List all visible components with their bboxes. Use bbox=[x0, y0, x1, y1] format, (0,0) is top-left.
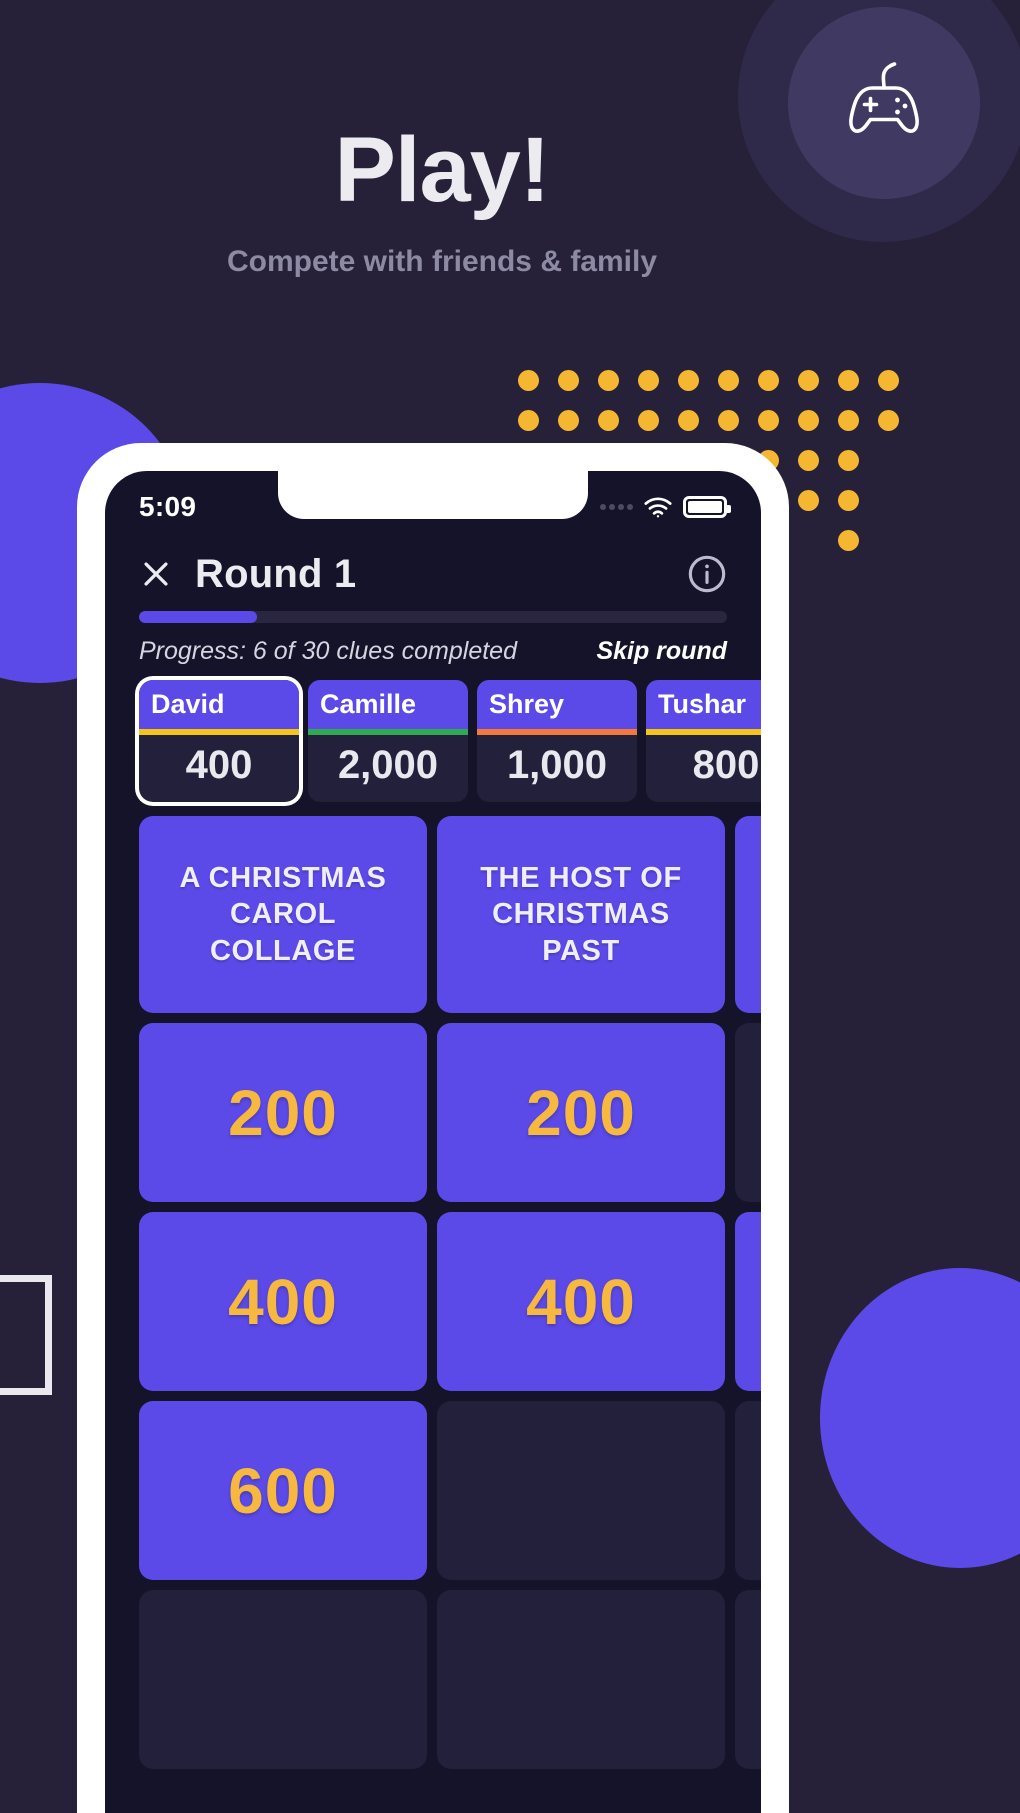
phone-notch bbox=[278, 471, 588, 519]
decorative-dot bbox=[798, 450, 819, 471]
decorative-dot bbox=[638, 410, 659, 431]
clue-tile[interactable]: 200 bbox=[139, 1023, 427, 1202]
player-name: David bbox=[139, 680, 299, 729]
status-time: 5:09 bbox=[139, 491, 197, 522]
status-indicators bbox=[600, 496, 731, 518]
decorative-dot bbox=[838, 490, 859, 511]
decorative-dot bbox=[678, 370, 699, 391]
category-tile[interactable]: THE HOST OF CHRISTMAS PAST bbox=[437, 816, 725, 1013]
player-score-card[interactable]: Tushar 800 bbox=[646, 680, 761, 802]
player-score-card[interactable]: Camille 2,000 bbox=[308, 680, 468, 802]
decorative-dot bbox=[718, 410, 739, 431]
player-name: Camille bbox=[308, 680, 468, 729]
close-icon[interactable] bbox=[139, 557, 173, 591]
clue-tile[interactable]: 400 bbox=[735, 1212, 761, 1391]
progress-label: Progress: 6 of 30 clues completed bbox=[139, 637, 517, 665]
decorative-dot bbox=[518, 410, 539, 431]
player-score-card[interactable]: Shrey 1,000 bbox=[477, 680, 637, 802]
player-score: 1,000 bbox=[506, 743, 608, 787]
clue-tile[interactable]: 200 bbox=[437, 1023, 725, 1202]
player-score: 400 bbox=[185, 743, 253, 787]
round-title: Round 1 bbox=[195, 551, 357, 596]
clue-tile-completed bbox=[735, 1023, 761, 1202]
clue-tile-completed bbox=[437, 1590, 725, 1769]
decorative-dot bbox=[878, 410, 899, 431]
player-score: 800 bbox=[692, 743, 760, 787]
board-column: A CHRISTMAS C 400 bbox=[735, 816, 761, 1769]
progress-bar-track bbox=[139, 611, 727, 623]
progress-bar-fill bbox=[139, 611, 257, 623]
decorative-dot bbox=[678, 410, 699, 431]
player-scoreboard: David 400 Camille 2,000 Shrey 1,000 Tushar 800 bbox=[105, 666, 761, 802]
decorative-dot bbox=[758, 410, 779, 431]
decorative-dot bbox=[718, 370, 739, 391]
player-score-card[interactable]: David 400 bbox=[139, 680, 299, 802]
decorative-dot bbox=[558, 370, 579, 391]
decorative-dot bbox=[598, 370, 619, 391]
decorative-dot bbox=[838, 530, 859, 551]
decorative-dot bbox=[758, 370, 779, 391]
decorative-dot bbox=[598, 410, 619, 431]
skip-round-button[interactable]: Skip round bbox=[596, 637, 727, 666]
phone-screen: 5:09 Round 1 Progress: 6 of 30 clues com… bbox=[105, 471, 761, 1813]
decorative-dot bbox=[878, 370, 899, 391]
decorative-dot bbox=[798, 490, 819, 511]
category-tile[interactable]: A CHRISTMAS CAROL COLLAGE bbox=[139, 816, 427, 1013]
clue-tile-completed bbox=[437, 1401, 725, 1580]
signal-dots-icon bbox=[600, 504, 633, 510]
decorative-dot bbox=[518, 370, 539, 391]
battery-full-icon bbox=[683, 496, 731, 518]
page-title: Play! bbox=[334, 119, 551, 221]
wifi-icon bbox=[644, 497, 672, 518]
player-name: Tushar bbox=[646, 680, 761, 729]
decorative-dot bbox=[838, 450, 859, 471]
info-circle-icon[interactable] bbox=[687, 554, 727, 594]
decorative-dot bbox=[838, 370, 859, 391]
clue-tile[interactable]: 600 bbox=[139, 1401, 427, 1580]
app-header: Round 1 bbox=[105, 537, 761, 605]
progress-row: Progress: 6 of 30 clues completed Skip r… bbox=[139, 637, 727, 666]
phone-mockup: 5:09 Round 1 Progress: 6 of 30 clues com… bbox=[77, 443, 789, 1813]
clue-tile[interactable]: 400 bbox=[139, 1212, 427, 1391]
decorative-circle-right bbox=[820, 1268, 1020, 1568]
decorative-dot bbox=[798, 370, 819, 391]
clue-tile-completed bbox=[735, 1401, 761, 1580]
category-tile[interactable]: A CHRISTMAS C bbox=[735, 816, 761, 1013]
decorative-dot bbox=[558, 410, 579, 431]
clue-tile-completed bbox=[139, 1590, 427, 1769]
board-column: A CHRISTMAS CAROL COLLAGE 200 400 600 bbox=[139, 816, 427, 1769]
progress-section: Progress: 6 of 30 clues completed Skip r… bbox=[105, 605, 761, 666]
clue-tile[interactable]: 400 bbox=[437, 1212, 725, 1391]
clue-tile-completed bbox=[735, 1590, 761, 1769]
board-column: THE HOST OF CHRISTMAS PAST 200 400 bbox=[437, 816, 725, 1769]
decorative-frame bbox=[0, 1275, 52, 1395]
game-board: A CHRISTMAS CAROL COLLAGE 200 400 600 THE HO… bbox=[105, 802, 761, 1769]
page-root: Play! Compete with friends & family 5:09 bbox=[0, 0, 1020, 1813]
decorative-dot bbox=[638, 370, 659, 391]
decorative-dot bbox=[798, 410, 819, 431]
page-subtitle: Compete with friends & family bbox=[226, 245, 658, 278]
player-score: 2,000 bbox=[337, 743, 439, 787]
decorative-dot bbox=[838, 410, 859, 431]
player-name: Shrey bbox=[477, 680, 637, 729]
